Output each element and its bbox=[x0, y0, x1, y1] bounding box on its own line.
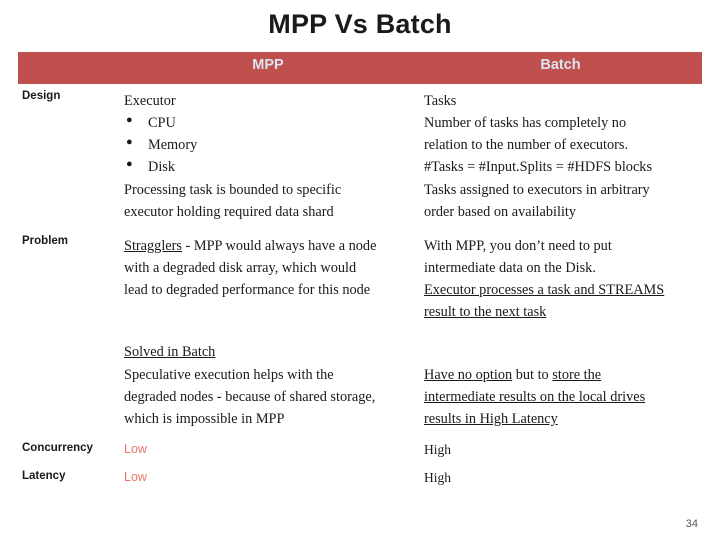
page-number: 34 bbox=[685, 518, 698, 530]
design-batch-line6: order based on availability bbox=[424, 203, 577, 220]
table-row-design: Design Executor ● CPU ● Memory ● Disk Pr… bbox=[18, 84, 702, 229]
cell-problem-mpp: Stragglers - MPP would always have a nod… bbox=[120, 229, 420, 436]
design-mpp-bullet-cpu: ● CPU bbox=[126, 114, 176, 132]
latency-mpp-value: Low bbox=[124, 470, 147, 485]
cell-problem-batch: With MPP, you don’t need to put intermed… bbox=[420, 229, 702, 436]
bullet-dot-icon: ● bbox=[126, 158, 133, 171]
design-batch-line5: Tasks assigned to executors in arbitrary bbox=[424, 181, 650, 198]
design-mpp-line2: Processing task is bounded to specific bbox=[124, 181, 342, 198]
row-label-concurrency: Concurrency bbox=[22, 442, 93, 455]
bullet-dot-icon: ● bbox=[126, 136, 133, 149]
page-title: MPP Vs Batch bbox=[268, 9, 452, 39]
row-label-design: Design bbox=[22, 90, 61, 102]
row-label-latency: Latency bbox=[22, 470, 66, 483]
design-mpp-line3: executor holding required data shard bbox=[124, 203, 334, 220]
design-mpp-bullet-memory: ● Memory bbox=[126, 136, 198, 154]
latency-batch-value: High bbox=[424, 470, 451, 486]
design-batch-line2: Number of tasks has completely no bbox=[424, 115, 627, 132]
table-header-band: MPP Batch bbox=[18, 52, 702, 84]
problem-mpp-line4: Solved in Batch bbox=[124, 344, 216, 361]
cell-design-batch: Tasks Number of tasks has completely no … bbox=[420, 84, 702, 229]
column-header-batch: Batch bbox=[540, 57, 581, 73]
problem-batch-line2: intermediate data on the Disk. bbox=[424, 260, 596, 277]
problem-batch-line6: intermediate results on the local drives bbox=[424, 388, 646, 405]
design-mpp-bullet-disk: ● Disk bbox=[126, 158, 176, 176]
design-batch-line3: relation to the number of executors. bbox=[424, 137, 629, 154]
table-row-problem: Problem Stragglers - MPP would always ha… bbox=[18, 229, 702, 436]
row-label-problem: Problem bbox=[22, 234, 69, 247]
problem-mpp-line7: which is impossible in MPP bbox=[124, 410, 285, 427]
problem-mpp-line2: with a degraded disk array, which would bbox=[124, 260, 357, 277]
comparison-table: Design Executor ● CPU ● Memory ● Disk Pr… bbox=[18, 84, 702, 492]
concurrency-batch-value: High bbox=[424, 442, 451, 458]
table-row-latency: Latency Low High bbox=[18, 464, 702, 492]
problem-mpp-line1: Stragglers - MPP would always have a nod… bbox=[124, 237, 377, 254]
bullet-dot-icon: ● bbox=[126, 114, 133, 127]
problem-batch-line3: Executor processes a task and STREAMS bbox=[424, 282, 665, 299]
problem-mpp-line5: Speculative execution helps with the bbox=[124, 366, 334, 383]
table-row-concurrency: Concurrency Low High bbox=[18, 436, 702, 464]
column-header-mpp: MPP bbox=[252, 57, 284, 73]
concurrency-mpp-value: Low bbox=[124, 442, 147, 457]
problem-mpp-line3: lead to degraded performance for this no… bbox=[124, 282, 371, 299]
design-batch-line1: Tasks bbox=[424, 93, 457, 109]
problem-mpp-line6: degraded nodes - because of shared stora… bbox=[124, 388, 376, 405]
problem-batch-line1: With MPP, you don’t need to put bbox=[424, 237, 612, 254]
problem-batch-line5: Have no option but to store the bbox=[424, 366, 602, 383]
cell-design-mpp: Executor ● CPU ● Memory ● Disk Processin… bbox=[120, 84, 420, 229]
design-batch-line4: #Tasks = #Input.Splits = #HDFS blocks bbox=[424, 159, 653, 176]
problem-batch-line7: results in High Latency bbox=[424, 410, 558, 427]
problem-mpp-stragglers: Stragglers bbox=[124, 237, 182, 254]
design-mpp-line1: Executor bbox=[124, 93, 176, 109]
problem-batch-line4: result to the next task bbox=[424, 304, 547, 321]
